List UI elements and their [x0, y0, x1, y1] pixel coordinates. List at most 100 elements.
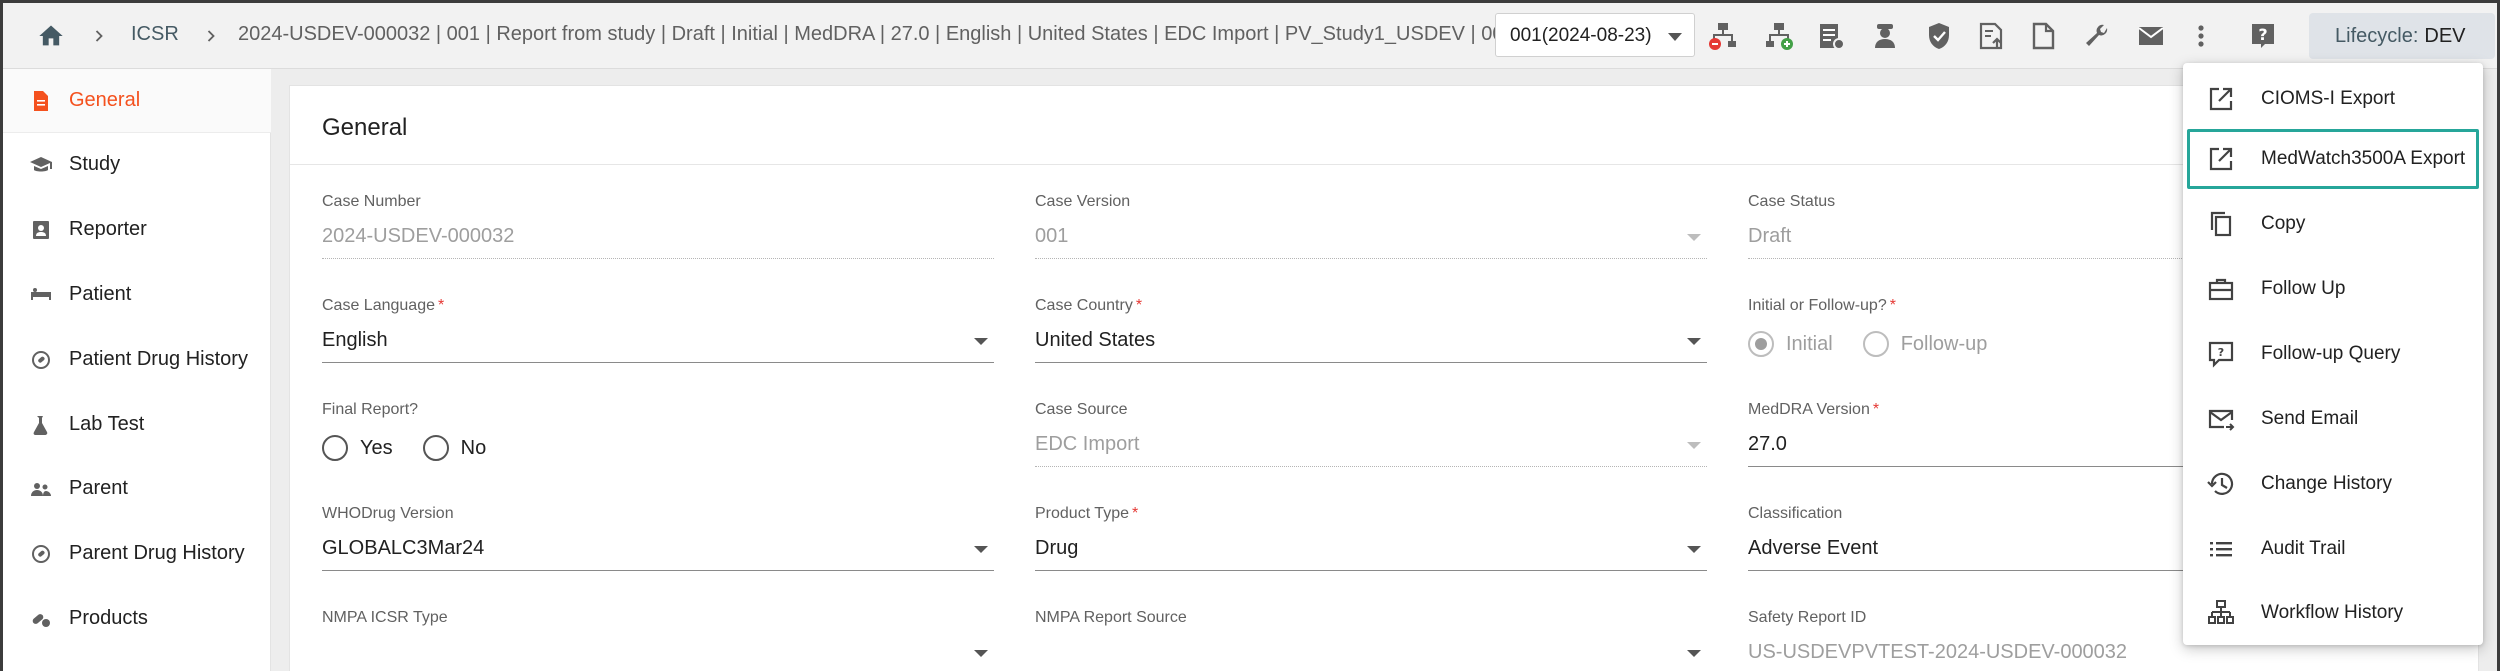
whodrug-version-dropdown[interactable]: GLOBALC3Mar24: [322, 537, 994, 571]
radio-yes[interactable]: Yes: [322, 435, 393, 461]
shield-check-icon[interactable]: [1923, 20, 1955, 52]
history-drug-icon: [32, 351, 50, 369]
menu-item-workflow-history[interactable]: Workflow History: [2187, 583, 2479, 643]
nmpa-report-source-dropdown[interactable]: [1035, 641, 1707, 671]
sidebar-item-general[interactable]: General: [3, 69, 271, 133]
sidebar-item-patient-drug-history[interactable]: Patient Drug History: [3, 328, 271, 392]
case-version-select[interactable]: 001(2024-08-23): [1495, 13, 1695, 57]
final-report-field: Final Report? Yes No: [322, 401, 994, 465]
case-version-dropdown[interactable]: 001: [1035, 225, 1707, 259]
document-icon: [34, 91, 48, 111]
menu-item-change-history[interactable]: Change History: [2187, 454, 2479, 514]
more-vert-icon[interactable]: [2185, 20, 2217, 52]
whodrug-version-field[interactable]: WHODrug Version GLOBALC3Mar24: [322, 505, 994, 571]
case-country-dropdown[interactable]: United States: [1035, 329, 1707, 363]
case-source-field[interactable]: Case Source EDC Import: [1035, 401, 1707, 467]
radio-circle: [322, 435, 348, 461]
menu-item-audit-trail[interactable]: Audit Trail: [2187, 519, 2479, 579]
pills-icon: [32, 614, 50, 627]
menu-item-label: Send Email: [2261, 408, 2359, 429]
sidebar-item-label: Lab Test: [69, 413, 145, 435]
menu-item-label: Copy: [2261, 213, 2306, 234]
product-type-dropdown[interactable]: Drug: [1035, 537, 1707, 571]
case-country-field[interactable]: Case Country * United States: [1035, 297, 1707, 363]
sidebar-item-patient[interactable]: Patient: [3, 263, 271, 327]
help-icon[interactable]: ?: [2247, 20, 2279, 52]
sidebar-item-products[interactable]: Products: [3, 587, 271, 651]
menu-item-label: Follow-up Query: [2261, 343, 2401, 364]
sidebar-item-lab-test[interactable]: Lab Test: [3, 393, 271, 457]
menu-item-copy[interactable]: Copy: [2187, 194, 2479, 254]
wrench-icon[interactable]: [2081, 20, 2113, 52]
nmpa-icsr-type-field[interactable]: NMPA ICSR Type: [322, 609, 994, 671]
add-workflow-icon[interactable]: [1763, 20, 1795, 52]
sidebar-item-study[interactable]: Study: [3, 133, 271, 197]
open-external-icon: [2209, 147, 2233, 171]
whodrug-version-value: GLOBALC3Mar24: [322, 537, 485, 559]
field-label: WHODrug Version: [322, 505, 454, 522]
sidebar-item-label: Patient Drug History: [69, 348, 248, 370]
menu-item-label: CIOMS-I Export: [2261, 88, 2396, 109]
chevron-right-icon: [95, 30, 103, 42]
field-label: Final Report?: [322, 401, 419, 418]
radio-follow-up[interactable]: Follow-up: [1862, 331, 1987, 357]
radio-initial[interactable]: Initial: [1748, 331, 1833, 357]
list-icon: [2210, 542, 2232, 557]
svg-text:?: ?: [2258, 25, 2267, 44]
field-label: Case Version: [1035, 193, 1131, 210]
main-content: General Case Number 2024-USDEV-000032 Ca…: [271, 69, 2497, 671]
menu-item-cioms-export[interactable]: CIOMS-I Export: [2187, 69, 2479, 129]
menu-item-follow-up[interactable]: Follow Up: [2187, 259, 2479, 319]
chevron-down-icon: [974, 338, 988, 345]
document-icon[interactable]: [2027, 20, 2059, 52]
safety-report-id-value: US-USDEVPVTEST-2024-USDEV-000032: [1748, 641, 2438, 671]
radio-circle: [1748, 331, 1774, 357]
nmpa-icsr-type-dropdown[interactable]: [322, 641, 994, 671]
field-label: Case Number: [322, 193, 421, 210]
copy-icon: [2210, 211, 2232, 237]
user-assign-icon[interactable]: [1869, 20, 1901, 52]
menu-item-send-email[interactable]: Send Email: [2187, 389, 2479, 449]
export-upload-icon[interactable]: [1975, 20, 2007, 52]
case-source-dropdown[interactable]: EDC Import: [1035, 433, 1707, 467]
remove-workflow-icon[interactable]: [1707, 20, 1739, 52]
actions-menu: CIOMS-I Export MedWatch3500A Export Copy…: [2183, 63, 2483, 645]
chevron-right-icon: [207, 30, 215, 42]
radio-no[interactable]: No: [422, 435, 486, 461]
menu-item-medwatch-export[interactable]: MedWatch3500A Export: [2187, 129, 2479, 189]
breadcrumb-icsr[interactable]: ICSR: [131, 23, 179, 46]
sidebar-item-label: Patient: [69, 283, 132, 305]
lifecycle-badge[interactable]: Lifecycle: DEV: [2309, 13, 2495, 59]
sidebar-item-reporter[interactable]: Reporter: [3, 198, 271, 262]
sidebar-item-parent[interactable]: Parent: [3, 457, 271, 521]
chevron-down-icon: [1687, 338, 1701, 345]
query-icon: ?: [2208, 341, 2234, 368]
menu-item-label: Follow Up: [2261, 278, 2346, 299]
sidebar-item-label: Products: [69, 607, 148, 629]
case-language-dropdown[interactable]: English: [322, 329, 994, 363]
sidebar-item-label: Study: [69, 153, 121, 175]
chevron-down-icon: [974, 650, 988, 657]
menu-item-follow-up-query[interactable]: ? Follow-up Query: [2187, 324, 2479, 384]
open-external-icon: [2209, 87, 2233, 111]
sidebar-item-label: Parent: [69, 477, 128, 499]
chevron-down-icon: [1668, 33, 1682, 41]
field-label: Case Language *: [322, 297, 445, 314]
sidebar-item-parent-drug-history[interactable]: Parent Drug History: [3, 522, 271, 586]
nmpa-report-source-field[interactable]: NMPA Report Source: [1035, 609, 1707, 671]
case-number-field[interactable]: Case Number 2024-USDEV-000032: [322, 193, 994, 259]
product-type-value: Drug: [1035, 537, 1079, 559]
required-mark: *: [1131, 505, 1139, 522]
case-country-value: United States: [1035, 329, 1156, 351]
chevron-down-icon: [1687, 546, 1701, 553]
classification-value: Adverse Event: [1748, 537, 1879, 559]
case-language-field[interactable]: Case Language * English: [322, 297, 994, 363]
home-icon[interactable]: [37, 22, 65, 50]
mail-icon[interactable]: [2135, 20, 2167, 52]
case-version-field[interactable]: Case Version 001: [1035, 193, 1707, 259]
report-icon[interactable]: [1815, 20, 1847, 52]
product-type-field[interactable]: Product Type * Drug: [1035, 505, 1707, 571]
radio-circle: [1862, 331, 1889, 357]
history-drug-icon: [32, 545, 50, 563]
general-card: General Case Number 2024-USDEV-000032 Ca…: [289, 85, 2479, 671]
